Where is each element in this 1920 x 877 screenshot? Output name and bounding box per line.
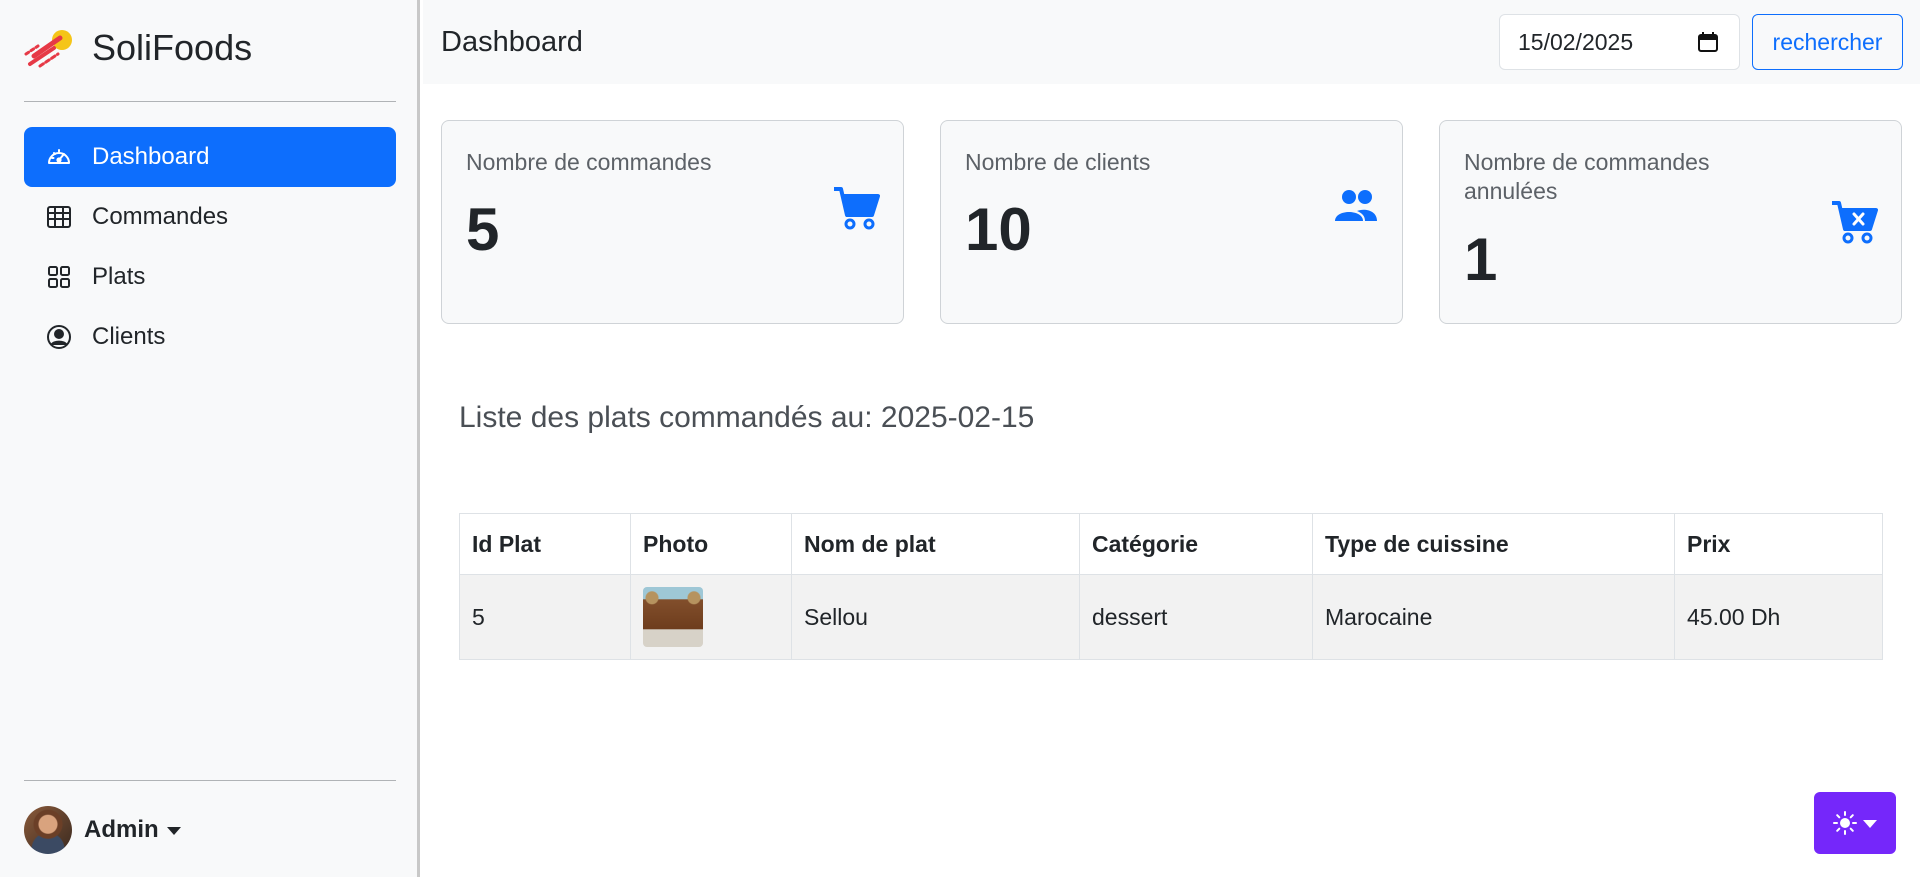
sidebar-item-label: Dashboard xyxy=(92,143,210,170)
column-header-id: Id Plat xyxy=(459,513,631,575)
speedometer-icon xyxy=(48,149,70,164)
logo-icon xyxy=(24,30,72,68)
column-header-price: Prix xyxy=(1674,513,1883,575)
card-value: 10 xyxy=(965,196,1032,263)
card-cancelled-orders: Nombre de commandes annulées 1 xyxy=(1439,120,1902,324)
brand[interactable]: SoliFoods xyxy=(24,26,252,70)
calendar-icon[interactable] xyxy=(1697,31,1719,53)
cart-x-icon xyxy=(1832,201,1878,244)
cell-name: Sellou xyxy=(791,574,1080,660)
avatar xyxy=(24,806,72,854)
user-menu[interactable]: Admin xyxy=(24,806,181,854)
sidebar-nav: Dashboard Commandes Plats Clients xyxy=(24,127,396,367)
grid-icon xyxy=(48,266,70,288)
page-title: Dashboard xyxy=(441,26,583,58)
cell-cuisine: Marocaine xyxy=(1312,574,1675,660)
column-header-cuisine: Type de cuissine xyxy=(1312,513,1675,575)
card-value: 1 xyxy=(1464,226,1498,293)
person-circle-icon xyxy=(47,325,71,349)
user-name: Admin xyxy=(84,816,159,843)
cell-category: dessert xyxy=(1079,574,1313,660)
sidebar-item-commandes[interactable]: Commandes xyxy=(24,187,396,247)
divider xyxy=(24,101,396,102)
sidebar-item-label: Clients xyxy=(92,323,166,350)
cell-id: 5 xyxy=(459,574,631,660)
date-value: 15/02/2025 xyxy=(1518,28,1634,55)
sidebar-item-dashboard[interactable]: Dashboard xyxy=(24,127,396,187)
topbar: Dashboard 15/02/2025 rechercher xyxy=(423,0,1920,84)
table-row[interactable]: 5 Sellou dessert Marocaine 45.00 Dh xyxy=(459,574,1883,660)
cell-price: 45.00 Dh xyxy=(1674,574,1883,660)
column-header-name: Nom de plat xyxy=(791,513,1080,575)
card-label: Nombre de commandes xyxy=(466,149,712,175)
sun-icon xyxy=(1833,811,1857,835)
cell-photo xyxy=(630,574,792,660)
sidebar: SoliFoods Dashboard Commandes Plats Clie… xyxy=(0,0,420,877)
sidebar-item-clients[interactable]: Clients xyxy=(24,307,396,367)
table-header-row: Id Plat Photo Nom de plat Catégorie Type… xyxy=(459,513,1883,575)
theme-toggle-button[interactable] xyxy=(1814,792,1896,854)
card-label: Nombre de clients xyxy=(965,149,1151,175)
brand-name: SoliFoods xyxy=(92,27,253,68)
column-header-category: Catégorie xyxy=(1079,513,1313,575)
card-clients: Nombre de clients 10 xyxy=(940,120,1403,324)
cart-icon xyxy=(834,187,880,230)
orders-table: Id Plat Photo Nom de plat Catégorie Type… xyxy=(459,513,1883,660)
divider xyxy=(24,780,396,781)
card-orders: Nombre de commandes 5 xyxy=(441,120,904,324)
dish-photo xyxy=(643,587,703,647)
people-icon xyxy=(1335,190,1377,221)
search-button[interactable]: rechercher xyxy=(1752,14,1903,70)
sidebar-item-label: Commandes xyxy=(92,203,229,230)
card-label: Nombre de commandes annulées xyxy=(1464,149,1710,204)
column-header-photo: Photo xyxy=(630,513,792,575)
sidebar-item-plats[interactable]: Plats xyxy=(24,247,396,307)
sidebar-item-label: Plats xyxy=(92,263,146,290)
card-value: 5 xyxy=(466,196,500,263)
chevron-down-icon xyxy=(166,827,181,835)
list-title: Liste des plats commandés au: 2025-02-15 xyxy=(459,401,1035,434)
date-input[interactable]: 15/02/2025 xyxy=(1499,14,1740,70)
chevron-down-icon xyxy=(1863,820,1877,828)
table-icon xyxy=(47,206,71,228)
